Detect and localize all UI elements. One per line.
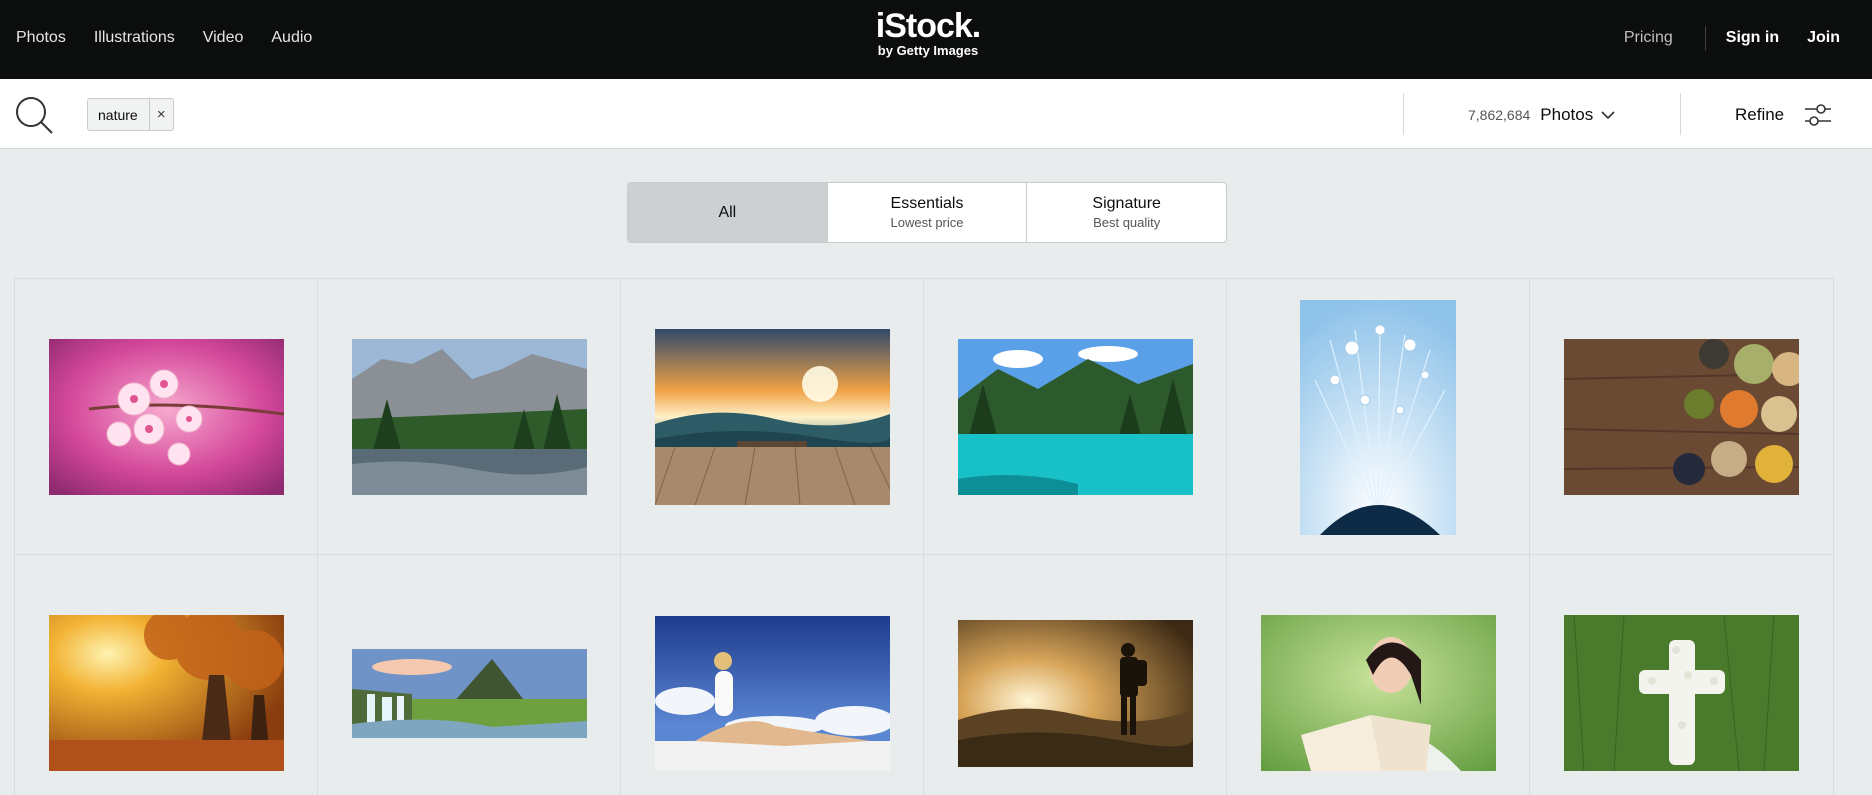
result-count: 7,862,684	[1468, 107, 1531, 123]
turquoise-lake-photo[interactable]	[958, 339, 1193, 495]
search-bar: nature × 7,862,684 Photos Refine	[0, 79, 1872, 149]
media-type-dropdown[interactable]: 7,862,684 Photos	[1468, 105, 1615, 125]
search-icon[interactable]	[14, 95, 54, 135]
filter-subtitle: Lowest price	[890, 215, 964, 230]
logo-sub: by Getty Images	[877, 43, 979, 58]
filter-title: Essentials	[890, 195, 964, 212]
filter-title: Signature	[1092, 195, 1161, 212]
chevron-down-icon	[1601, 111, 1615, 120]
flower-cross-grass-photo[interactable]	[1564, 615, 1799, 771]
refine-label: Refine	[1735, 105, 1785, 124]
search-input[interactable]	[190, 97, 1390, 131]
woman-reading-photo[interactable]	[1261, 615, 1496, 771]
refine-button[interactable]: Refine	[1735, 103, 1832, 127]
filter-subtitle: Best quality	[1093, 215, 1161, 230]
filter-all[interactable]: All	[628, 183, 828, 242]
filter-title: All	[718, 203, 737, 221]
nav-audio[interactable]: Audio	[271, 29, 312, 47]
pricing-link[interactable]: Pricing	[1624, 29, 1673, 47]
waterfall-mountain-photo[interactable]	[352, 649, 587, 738]
top-nav: Photos Illustrations Video Audio iStock.…	[0, 0, 1872, 79]
woman-beach-photo[interactable]	[655, 616, 890, 771]
nav-video[interactable]: Video	[203, 29, 244, 47]
filter-signature[interactable]: Signature Best quality	[1027, 183, 1226, 242]
sign-in-link[interactable]: Sign in	[1726, 29, 1779, 47]
cherry-blossom-photo[interactable]	[49, 339, 284, 495]
chip-label: nature	[98, 106, 138, 123]
divider	[1403, 93, 1404, 135]
yosemite-river-photo[interactable]	[352, 339, 587, 495]
hiker-sunrise-photo[interactable]	[958, 620, 1193, 767]
autumn-tree-photo[interactable]	[49, 615, 284, 771]
dandelion-dew-photo[interactable]	[1300, 300, 1456, 535]
nav-photos[interactable]: Photos	[16, 29, 66, 47]
media-nav: Photos Illustrations Video Audio	[16, 0, 312, 75]
media-type-label: Photos	[1540, 105, 1594, 124]
join-link[interactable]: Join	[1807, 29, 1840, 47]
account-nav: Pricing Sign in Join	[1624, 0, 1840, 75]
collection-filter: All Essentials Lowest price Signature Be…	[627, 182, 1227, 243]
sunset-deck-photo[interactable]	[655, 329, 890, 505]
logo-main: iStock.	[875, 7, 981, 45]
search-term-chip: nature ×	[87, 98, 174, 131]
chip-remove-icon[interactable]: ×	[148, 99, 173, 130]
legumes-bowls-photo[interactable]	[1564, 339, 1799, 495]
filter-essentials[interactable]: Essentials Lowest price	[828, 183, 1028, 242]
nav-divider	[1704, 25, 1706, 50]
nav-illustrations[interactable]: Illustrations	[94, 29, 175, 47]
divider	[1680, 93, 1681, 135]
istock-logo[interactable]: iStock. by Getty Images	[872, 8, 984, 60]
sliders-icon	[1805, 104, 1832, 126]
